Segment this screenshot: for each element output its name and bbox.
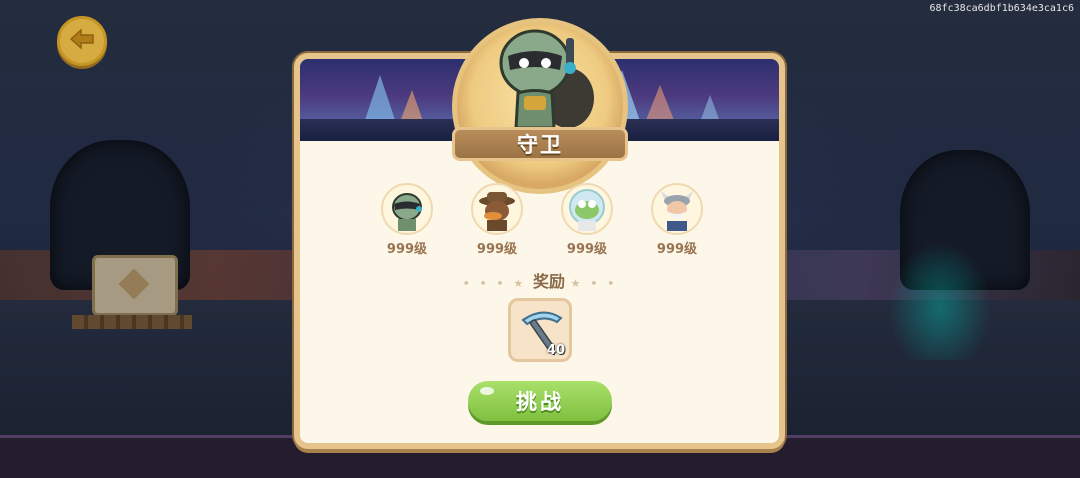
platypus-detective-avatar-icon bbox=[471, 183, 523, 235]
viking-elder-avatar-icon bbox=[651, 183, 703, 235]
dialog-title: 守卫 bbox=[452, 127, 628, 161]
screen-code: 68fc38ca6dbf1b634e3ca1c6 bbox=[929, 3, 1075, 14]
member-level: 999级 bbox=[566, 242, 608, 257]
member-level: 999级 bbox=[386, 242, 428, 257]
frog-astronaut-avatar-icon bbox=[561, 183, 613, 235]
reward-label: 奖励 bbox=[533, 272, 566, 291]
challenge-button[interactable]: 挑战 bbox=[468, 381, 612, 421]
member-level: 999级 bbox=[476, 242, 518, 257]
back-button[interactable] bbox=[57, 16, 107, 66]
star-divider-left: • • • ★ bbox=[462, 277, 534, 290]
member-level: 999级 bbox=[656, 242, 698, 257]
turtle-guard-avatar-icon bbox=[381, 183, 433, 235]
team-member-3[interactable]: 999级 bbox=[552, 183, 622, 257]
team-member-4[interactable]: 999级 bbox=[642, 183, 712, 257]
reward-item[interactable]: 40 bbox=[508, 298, 572, 362]
team-member-2[interactable]: 999级 bbox=[462, 183, 532, 257]
team-roster: 999级 999级 999级 999级 bbox=[370, 183, 710, 263]
back-arrow-icon bbox=[69, 28, 95, 54]
team-member-1[interactable]: 999级 bbox=[372, 183, 442, 257]
challenge-label: 挑战 bbox=[516, 390, 564, 414]
reward-count: 40 bbox=[546, 343, 565, 358]
turtle-guard-portrait-icon bbox=[480, 18, 600, 137]
